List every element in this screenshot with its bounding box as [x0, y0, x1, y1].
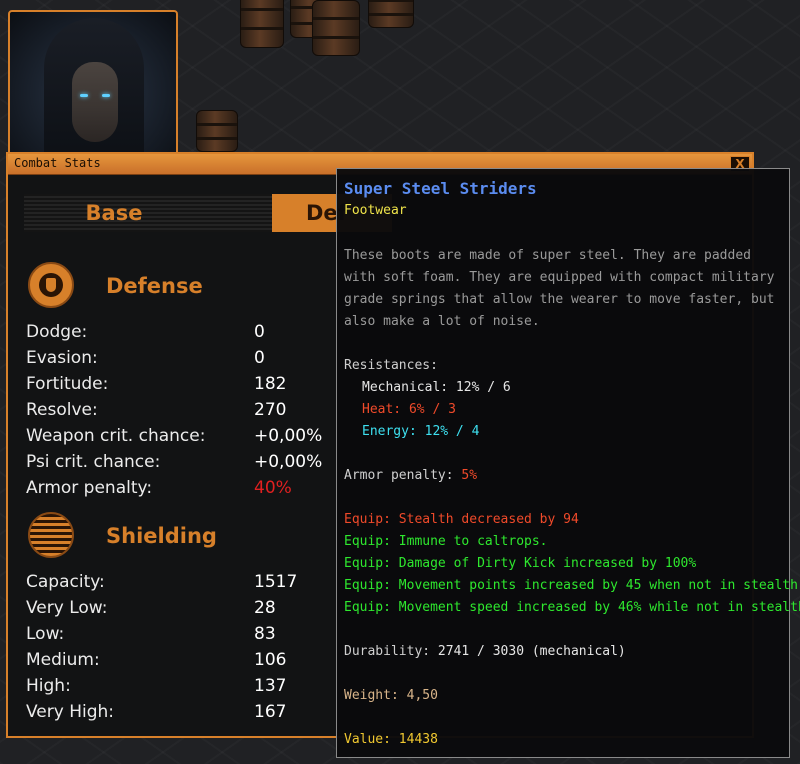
tab-base[interactable]: Base [24, 194, 204, 232]
stat-value: +0,00% [254, 452, 323, 472]
item-type: Footwear [344, 203, 407, 218]
equip-prefix: Equip: [344, 512, 391, 527]
stat-label: Armor penalty: [26, 478, 153, 498]
stat-value: 0 [254, 322, 265, 342]
character-portrait[interactable] [8, 10, 178, 160]
equip-effect-text: Movement points increased by 45 when not… [398, 578, 798, 593]
stat-value: 182 [254, 374, 287, 394]
portrait-eye [102, 94, 110, 97]
stat-row-low: Low: 83 [26, 624, 336, 650]
equip-effect: Equip: Immune to caltrops. [344, 534, 548, 549]
stat-label: Psi crit. chance: [26, 452, 161, 472]
stat-label: Low: [26, 624, 65, 644]
item-value: Value: 14438 [344, 732, 438, 747]
equip-effect: Equip: Damage of Dirty Kick increased by… [344, 556, 696, 571]
durability-value: 2741 / 3030 (mechanical) [437, 644, 626, 659]
barrel [196, 110, 238, 152]
stat-value: 270 [254, 400, 287, 420]
portrait-eye [80, 94, 88, 97]
armor-penalty-value: 5% [461, 468, 478, 483]
stat-label: Capacity: [26, 572, 105, 592]
durability-label: Durability: [344, 644, 431, 659]
stat-value: 0 [254, 348, 265, 368]
stat-label: Very Low: [26, 598, 108, 618]
stat-row-fortitude: Fortitude: 182 [26, 374, 336, 400]
stat-label: Medium: [26, 650, 100, 670]
barrel [312, 0, 360, 56]
stat-value: 28 [254, 598, 276, 618]
equip-prefix: Equip: [344, 556, 391, 571]
durability-line: Durability: 2741 / 3030 (mechanical) [344, 644, 626, 659]
stat-value: 40% [254, 478, 292, 498]
stat-value: 106 [254, 650, 287, 670]
stat-row-weapon-crit: Weapon crit. chance: +0,00% [26, 426, 336, 452]
armor-penalty-line: Armor penalty: 5% [344, 468, 477, 483]
resistance-energy: Energy: 12% / 4 [362, 424, 480, 439]
stat-value: +0,00% [254, 426, 323, 446]
stat-value: 83 [254, 624, 276, 644]
equip-prefix: Equip: [344, 578, 391, 593]
stat-label: Fortitude: [26, 374, 109, 394]
stat-row-very-high: Very High: 167 [26, 702, 336, 728]
stat-value: 1517 [254, 572, 298, 592]
stat-row-resolve: Resolve: 270 [26, 400, 336, 426]
barrel [240, 0, 284, 48]
tab-bar: Base Def [24, 194, 392, 232]
resistance-mechanical: Mechanical: 12% / 6 [362, 380, 511, 395]
equip-prefix: Equip: [344, 534, 391, 549]
stat-label: Dodge: [26, 322, 88, 342]
equip-effect: Equip: Movement speed increased by 46% w… [344, 600, 800, 615]
stat-row-medium: Medium: 106 [26, 650, 336, 676]
stat-value: 167 [254, 702, 287, 722]
item-tooltip: Super Steel Striders Footwear These boot… [336, 168, 800, 758]
armor-penalty-label: Armor penalty: [344, 468, 454, 483]
grill-icon [28, 512, 74, 558]
equip-effect: Equip: Stealth decreased by 94 [344, 512, 579, 527]
stat-value: 137 [254, 676, 287, 696]
stat-label: Evasion: [26, 348, 98, 368]
equip-effect-text: Stealth decreased by 94 [398, 512, 579, 527]
stat-label: Resolve: [26, 400, 98, 420]
stat-row-very-low: Very Low: 28 [26, 598, 336, 624]
stat-row-psi-crit: Psi crit. chance: +0,00% [26, 452, 336, 478]
defense-title: Defense [106, 274, 203, 298]
stat-label: Very High: [26, 702, 115, 722]
equip-effect-text: Immune to caltrops. [398, 534, 548, 549]
equip-effect-text: Damage of Dirty Kick increased by 100% [398, 556, 697, 571]
stat-label: Weapon crit. chance: [26, 426, 206, 446]
stat-row-evasion: Evasion: 0 [26, 348, 336, 374]
stat-label: High: [26, 676, 71, 696]
item-description: These boots are made of super steel. The… [344, 248, 775, 329]
equip-effect: Equip: Movement points increased by 45 w… [344, 578, 798, 593]
barrel [368, 0, 414, 28]
portrait-face [72, 62, 118, 142]
resistance-heat: Heat: 6% / 3 [362, 402, 456, 417]
equip-effect-text: Movement speed increased by 46% while no… [398, 600, 800, 615]
stat-row-capacity: Capacity: 1517 [26, 572, 336, 598]
stat-row-dodge: Dodge: 0 [26, 322, 336, 348]
equip-prefix: Equip: [344, 600, 391, 615]
stat-row-high: High: 137 [26, 676, 336, 702]
item-weight: Weight: 4,50 [344, 688, 438, 703]
shield-icon [28, 262, 74, 308]
item-name: Super Steel Striders [344, 179, 537, 198]
shielding-title: Shielding [106, 524, 217, 548]
panel-title: Combat Stats [14, 156, 101, 170]
stat-row-armor-penalty: Armor penalty: 40% [26, 478, 336, 504]
resistances-label: Resistances: [344, 358, 438, 373]
